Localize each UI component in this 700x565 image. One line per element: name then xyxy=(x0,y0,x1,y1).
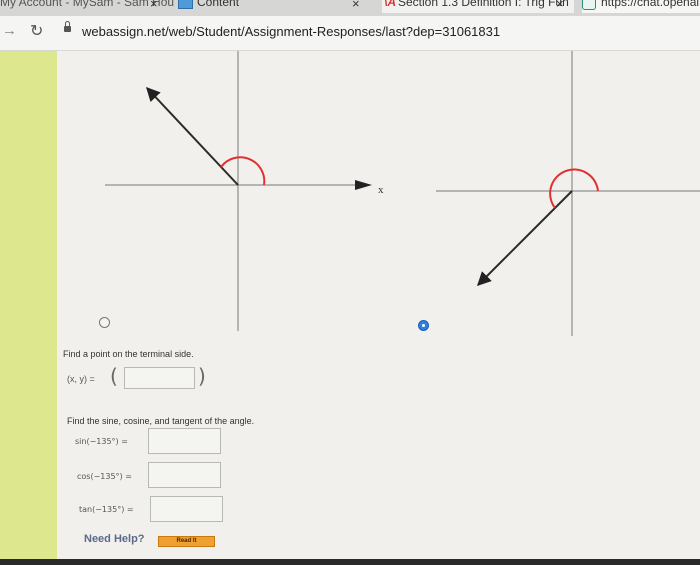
tab-my-account[interactable]: My Account - MySam - Sam Hou xyxy=(0,0,174,13)
tab-section-1-3[interactable]: \A Section 1.3 Definition I: Trig Fun xyxy=(382,0,574,13)
graph-option-2 xyxy=(436,51,700,336)
graph-option-1-radio[interactable] xyxy=(99,317,110,328)
tab-bar: My Account - MySam - Sam Hou × Content ×… xyxy=(0,0,700,16)
graph-option-1: x xyxy=(105,51,384,331)
point-label: (x, y) = xyxy=(67,374,95,384)
tab-close-icon[interactable]: × xyxy=(150,0,158,11)
tan-answer-input[interactable] xyxy=(150,496,223,522)
angle-graphs: x xyxy=(105,51,700,336)
tan-label: tan(−135°) = xyxy=(79,505,134,514)
read-it-button[interactable]: Read It xyxy=(158,536,215,547)
tab-label: https://chat.openai.c xyxy=(601,0,700,9)
close-paren: ) xyxy=(198,364,206,388)
tab-chat-openai[interactable]: https://chat.openai.c xyxy=(582,0,700,13)
content-favicon-icon xyxy=(178,0,193,9)
need-help-label: Need Help? xyxy=(84,533,145,545)
point-answer-input[interactable] xyxy=(124,367,195,389)
address-bar[interactable]: webassign.net/web/Student/Assignment-Res… xyxy=(82,24,500,39)
webassign-favicon-icon: \A xyxy=(384,0,396,9)
forward-arrow-icon[interactable]: → xyxy=(2,22,17,39)
cos-label: cos(−135°) = xyxy=(77,472,132,481)
tab-label: Section 1.3 Definition I: Trig Fun xyxy=(398,0,569,9)
tab-close-icon[interactable]: × xyxy=(352,0,360,11)
reload-icon[interactable]: ↻ xyxy=(30,21,43,41)
sin-answer-input[interactable] xyxy=(148,428,221,454)
tab-close-icon[interactable]: × xyxy=(556,0,564,11)
tab-content[interactable]: Content xyxy=(178,0,368,13)
lock-icon[interactable] xyxy=(64,21,71,32)
tab-label: Content xyxy=(197,0,240,9)
terminal-side xyxy=(477,190,573,286)
x-axis-arrow-icon xyxy=(355,180,372,190)
angle-arc xyxy=(549,168,599,209)
trig-prompt: Find the sine, cosine, and tangent of th… xyxy=(67,416,255,426)
open-paren: ( xyxy=(110,364,118,388)
bottom-edge xyxy=(0,559,700,565)
terminal-side xyxy=(146,86,239,186)
point-prompt: Find a point on the terminal side. xyxy=(63,349,194,359)
cos-answer-input[interactable] xyxy=(148,462,221,488)
x-axis-label: x xyxy=(378,184,384,196)
angle-arc xyxy=(220,156,266,186)
chat-favicon-icon xyxy=(582,0,596,10)
sin-label: sin(−135°) = xyxy=(75,437,128,446)
browser-toolbar: → ↻ webassign.net/web/Student/Assignment… xyxy=(0,16,700,51)
graph-option-2-radio[interactable] xyxy=(418,320,429,331)
